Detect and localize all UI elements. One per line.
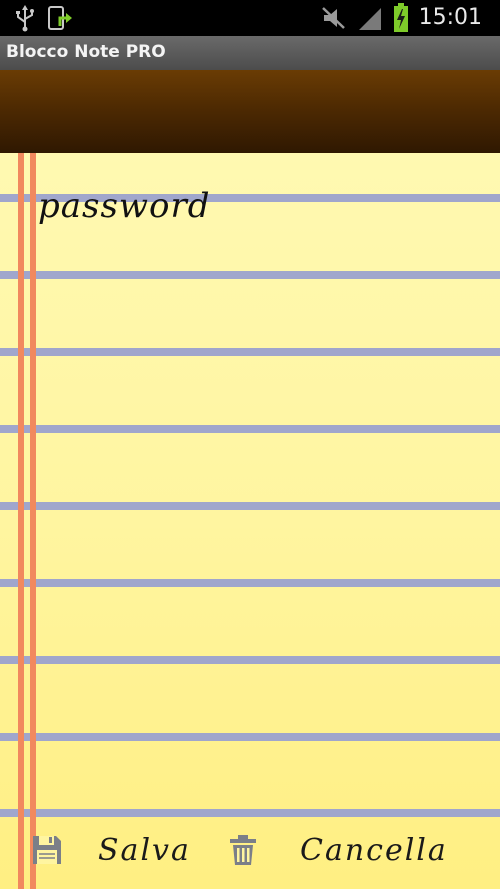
rule-line (0, 733, 500, 741)
rule-line (0, 809, 500, 817)
trash-icon (226, 833, 260, 867)
rule-line (0, 656, 500, 664)
app-title: Blocco Note PRO (6, 42, 166, 62)
battery-charging-icon (393, 3, 409, 33)
margin-line (18, 153, 24, 889)
note-text[interactable]: password (38, 186, 211, 226)
margin-line (30, 153, 36, 889)
rule-line (0, 579, 500, 587)
rule-line (0, 348, 500, 356)
rule-line (0, 271, 500, 279)
notepad-header (0, 70, 500, 153)
app-title-bar: Blocco Note PRO (0, 36, 500, 71)
action-bar: Salva Cancella (0, 820, 500, 880)
save-label: Salva (98, 832, 191, 868)
rule-line (0, 502, 500, 510)
screen: 15:01 Blocco Note PRO password Salva Can… (0, 0, 500, 889)
status-bar: 15:01 (0, 0, 500, 36)
delete-label: Cancella (300, 832, 448, 868)
note-editor[interactable]: password (0, 153, 500, 889)
floppy-disk-icon (30, 833, 64, 867)
delete-button[interactable]: Cancella (226, 820, 448, 880)
status-time: 15:01 (418, 5, 482, 30)
signal-icon (357, 4, 383, 32)
save-button[interactable]: Salva (30, 820, 191, 880)
mute-icon (321, 4, 347, 32)
download-icon (46, 4, 72, 32)
usb-icon (14, 4, 36, 32)
rule-line (0, 425, 500, 433)
